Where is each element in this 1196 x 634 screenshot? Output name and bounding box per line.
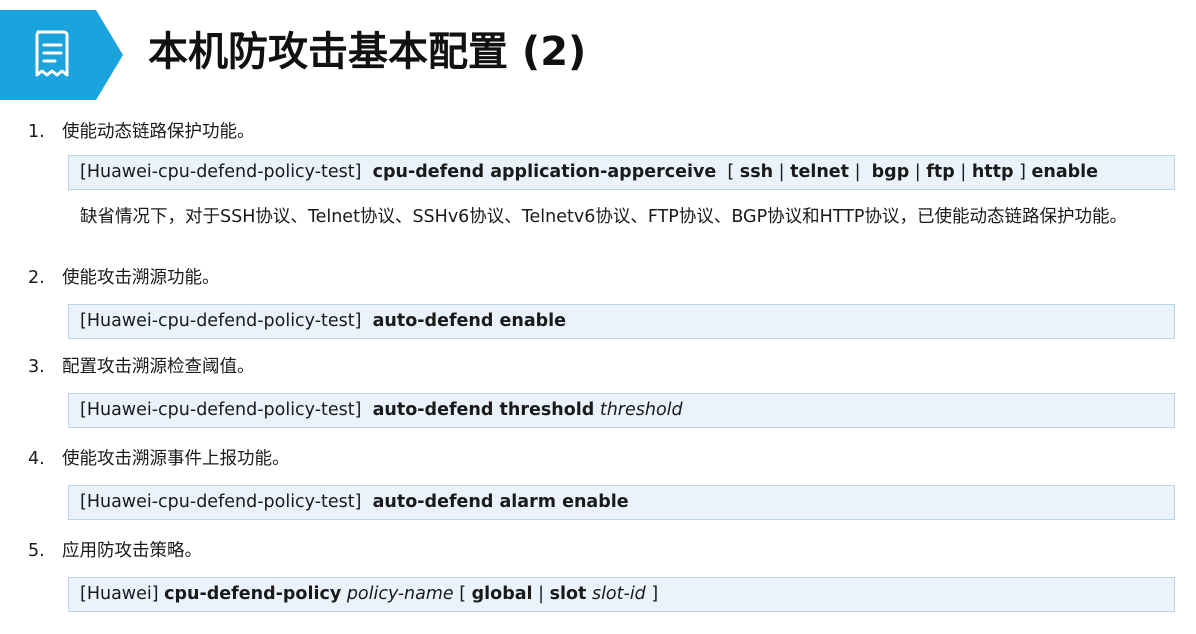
- slide: 本机防攻击基本配置 (2) 1. 使能动态链路保护功能。 [Huawei-cpu-…: [0, 0, 1196, 634]
- step-text: 使能攻击溯源功能。: [62, 268, 220, 288]
- command-view: [Huawei-cpu-defend-policy-test]: [80, 492, 362, 512]
- step-number: 3.: [28, 357, 45, 377]
- command-view: [Huawei-cpu-defend-policy-test]: [80, 311, 362, 331]
- bracket-close: ]: [1019, 162, 1026, 182]
- step-number: 1.: [28, 122, 45, 142]
- step-4-label: 4. 使能攻击溯源事件上报功能。: [28, 446, 290, 472]
- step-5-label: 5. 应用防攻击策略。: [28, 538, 202, 564]
- command-box-2: [Huawei-cpu-defend-policy-test] auto-def…: [68, 304, 1175, 339]
- command-keyword: cpu-defend application-apperceive: [372, 162, 717, 182]
- command-param: policy-name: [346, 584, 454, 604]
- page-title: 本机防攻击基本配置 (2): [148, 29, 587, 75]
- step-number: 5.: [28, 541, 45, 561]
- step-text: 使能攻击溯源事件上报功能。: [62, 449, 290, 469]
- bracket-open: [: [459, 584, 467, 604]
- step-3-label: 3. 配置攻击溯源检查阈值。: [28, 354, 255, 380]
- option-telnet: telnet: [790, 162, 850, 182]
- command-param: threshold: [599, 400, 683, 420]
- step-1-note: 缺省情况下，对于SSH协议、Telnet协议、SSHv6协议、Telnetv6协…: [80, 207, 1127, 227]
- option-ftp: ftp: [926, 162, 955, 182]
- command-keyword: auto-defend threshold: [372, 400, 595, 420]
- step-1-label: 1. 使能动态链路保护功能。: [28, 119, 255, 145]
- command-box-4: [Huawei-cpu-defend-policy-test] auto-def…: [68, 485, 1175, 520]
- step-number: 4.: [28, 449, 45, 469]
- command-enable: enable: [1031, 162, 1099, 182]
- option-slot: slot: [549, 584, 587, 604]
- option-bgp: bgp: [871, 162, 910, 182]
- command-box-5: [Huawei] cpu-defend-policy policy-name […: [68, 577, 1175, 612]
- step-text: 使能动态链路保护功能。: [62, 122, 255, 142]
- command-param-slot-id: slot-id: [591, 584, 646, 604]
- option-global: global: [471, 584, 533, 604]
- option-http: http: [971, 162, 1014, 182]
- document-list-icon: [0, 10, 127, 100]
- command-view: [Huawei-cpu-defend-policy-test]: [80, 400, 362, 420]
- slide-header: 本机防攻击基本配置 (2): [0, 0, 1196, 100]
- command-box-3: [Huawei-cpu-defend-policy-test] auto-def…: [68, 393, 1175, 428]
- command-box-1: [Huawei-cpu-defend-policy-test] cpu-defe…: [68, 155, 1175, 190]
- step-text: 配置攻击溯源检查阈值。: [62, 357, 255, 377]
- step-2-label: 2. 使能攻击溯源功能。: [28, 265, 220, 291]
- command-keyword: auto-defend enable: [372, 311, 567, 331]
- command-keyword: auto-defend alarm enable: [372, 492, 629, 512]
- command-keyword: cpu-defend-policy: [164, 584, 342, 604]
- bracket-close: ]: [651, 584, 659, 604]
- step-number: 2.: [28, 268, 45, 288]
- command-view: [Huawei]: [80, 584, 159, 604]
- option-ssh: ssh: [739, 162, 774, 182]
- command-view: [Huawei-cpu-defend-policy-test]: [80, 162, 362, 182]
- step-text: 应用防攻击策略。: [62, 541, 202, 561]
- bracket-open: [: [727, 162, 735, 182]
